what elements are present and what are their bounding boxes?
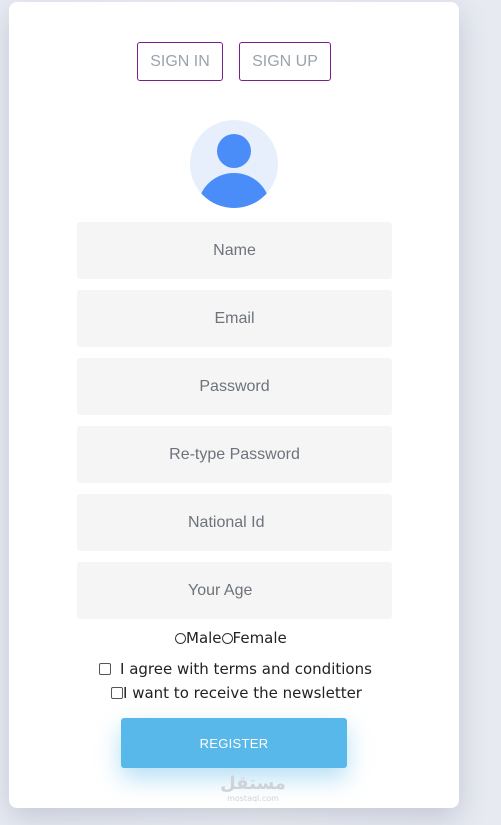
age-input[interactable]: [77, 562, 392, 619]
terms-row: I agree with terms and conditions: [99, 659, 372, 679]
female-radio[interactable]: [221, 632, 233, 644]
register-button[interactable]: REGISTER: [121, 718, 347, 768]
name-input[interactable]: [77, 222, 392, 279]
terms-label: I agree with terms and conditions: [120, 660, 372, 678]
female-label: Female: [232, 629, 287, 647]
male-label: Male: [186, 629, 222, 647]
password-input[interactable]: [77, 358, 392, 415]
newsletter-label: I want to receive the newsletter: [123, 684, 362, 702]
national-id-input[interactable]: [77, 494, 392, 551]
email-input[interactable]: [77, 290, 392, 347]
male-radio[interactable]: [175, 632, 186, 644]
register-card: SIGN IN SIGN UP Male Female I agree with…: [9, 2, 459, 808]
retype-password-input[interactable]: [77, 426, 392, 483]
watermark-arabic: مستقل: [220, 773, 286, 794]
sign-up-tab[interactable]: SIGN UP: [239, 42, 331, 81]
user-avatar-icon: [190, 120, 278, 208]
newsletter-checkbox[interactable]: [111, 687, 123, 699]
terms-checkbox[interactable]: [99, 663, 111, 675]
newsletter-row: I want to receive the newsletter: [111, 683, 362, 703]
mostaql-watermark: مستقل mostaql.com: [213, 773, 293, 804]
sign-in-tab[interactable]: SIGN IN: [137, 42, 223, 81]
gender-options: Male Female: [175, 628, 287, 648]
watermark-latin: mostaql.com: [227, 794, 279, 803]
